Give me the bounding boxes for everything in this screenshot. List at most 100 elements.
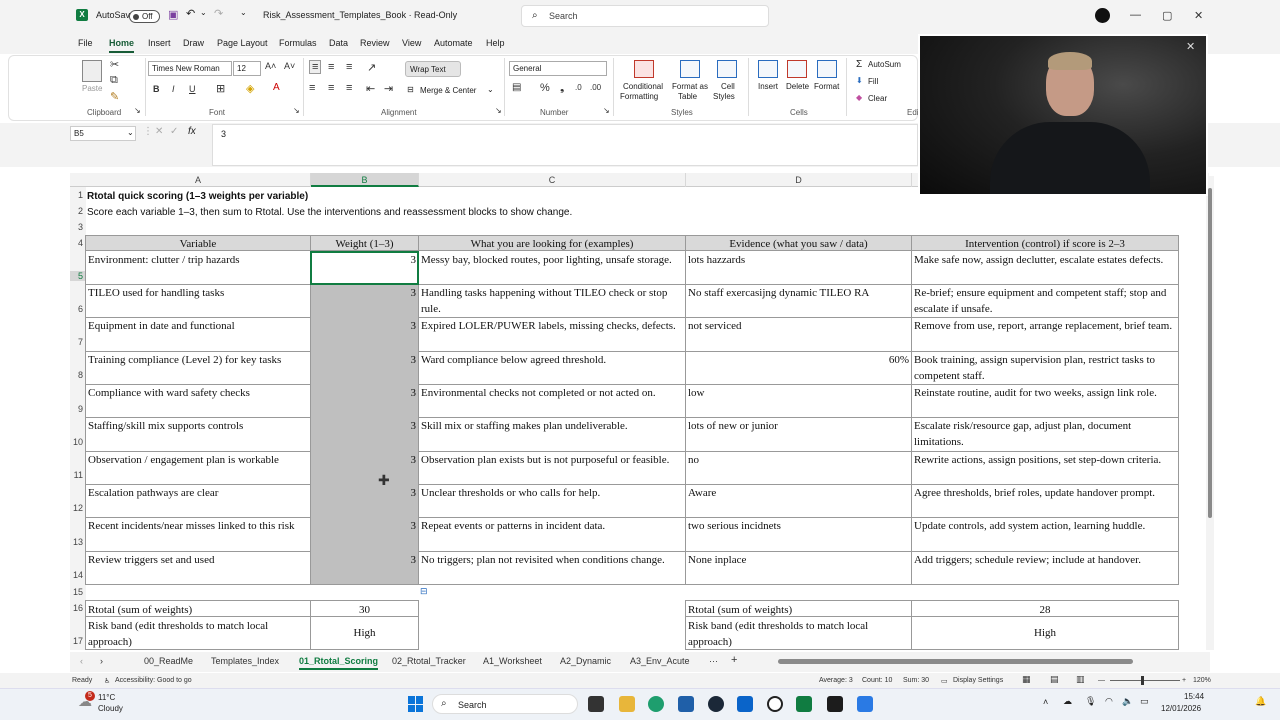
battery-icon[interactable]: ▭ bbox=[1140, 696, 1149, 707]
bold-icon[interactable]: B bbox=[153, 84, 160, 94]
wrap-text-button[interactable]: Wrap Text bbox=[405, 61, 461, 77]
header-weight[interactable]: Weight (1–3) bbox=[310, 235, 419, 251]
align-top-icon[interactable]: ≡ bbox=[309, 60, 322, 74]
row-header[interactable]: 14 bbox=[70, 570, 86, 580]
zoom-slider[interactable] bbox=[1110, 680, 1180, 681]
align-middle-icon[interactable]: ≡ bbox=[328, 61, 334, 73]
cell-weight[interactable]: 3 bbox=[310, 351, 419, 385]
file-explorer-icon[interactable] bbox=[619, 696, 635, 712]
align-center-icon[interactable]: ≡ bbox=[328, 82, 334, 94]
cell-evidence[interactable]: two serious incidnets bbox=[685, 517, 912, 552]
reassess-riskband-value[interactable]: High bbox=[911, 617, 1179, 650]
align-right-icon[interactable]: ≡ bbox=[346, 82, 352, 94]
webcam-close-icon[interactable]: ✕ bbox=[1186, 40, 1195, 53]
format-cells-icon[interactable] bbox=[817, 60, 837, 78]
zoom-slider-thumb[interactable] bbox=[1141, 676, 1144, 685]
row-header[interactable]: 16 bbox=[70, 603, 86, 613]
avatar[interactable] bbox=[1095, 8, 1110, 23]
row-header[interactable]: 5 bbox=[70, 271, 86, 281]
sheet-tab-a3-env-acute[interactable]: A3_Env_Acute bbox=[630, 656, 690, 666]
row-header[interactable]: 8 bbox=[70, 370, 86, 380]
row-header[interactable]: 17 bbox=[70, 636, 86, 646]
header-variable[interactable]: Variable bbox=[85, 235, 311, 251]
riskband-value[interactable]: High bbox=[310, 617, 419, 650]
font-color-icon[interactable]: A bbox=[273, 82, 280, 93]
row-header[interactable]: 9 bbox=[70, 404, 86, 414]
zoom-level[interactable]: 120% bbox=[1193, 677, 1211, 684]
conditional-label[interactable]: Conditional bbox=[623, 82, 663, 91]
mic-icon[interactable]: 🎙 bbox=[1085, 696, 1096, 707]
cell-intervention[interactable]: Make safe now, assign declutter, escalat… bbox=[911, 251, 1179, 285]
copy-icon[interactable]: ⧉ bbox=[110, 74, 118, 87]
cell-weight[interactable]: 3 bbox=[310, 517, 419, 552]
riskband-label[interactable]: Risk band (edit thresholds to match loca… bbox=[85, 617, 311, 650]
sheet-tab-a1-worksheet[interactable]: A1_Worksheet bbox=[483, 656, 542, 666]
volume-icon[interactable]: 🔈 bbox=[1122, 696, 1133, 707]
delete-label[interactable]: Delete bbox=[786, 82, 809, 91]
delete-cells-icon[interactable] bbox=[787, 60, 807, 78]
sheet-subtitle[interactable]: Score each variable 1–3, then sum to Rto… bbox=[85, 204, 915, 222]
outlook-new-icon[interactable] bbox=[678, 696, 694, 712]
cell-intervention[interactable]: Reinstate routine, audit for two weeks, … bbox=[911, 384, 1179, 418]
cell-variable[interactable]: Training compliance (Level 2) for key ta… bbox=[85, 351, 311, 385]
cell-weight[interactable]: 3 bbox=[310, 451, 419, 485]
rtotal-value[interactable]: 30 bbox=[310, 600, 419, 617]
clock-time[interactable]: 15:44 bbox=[1184, 692, 1204, 701]
menu-view[interactable]: View bbox=[402, 38, 421, 48]
format-as-table-icon[interactable] bbox=[680, 60, 700, 78]
minimize-button[interactable]: — bbox=[1130, 9, 1141, 21]
cell-intervention[interactable]: Re-brief; ensure equipment and competent… bbox=[911, 284, 1179, 318]
cell-evidence[interactable]: not serviced bbox=[685, 317, 912, 352]
cell-variable[interactable]: Staffing/skill mix supports controls bbox=[85, 417, 311, 452]
quick-analysis-icon[interactable]: ⊟ bbox=[420, 586, 428, 597]
menu-formulas[interactable]: Formulas bbox=[279, 38, 317, 48]
cell-intervention[interactable]: Remove from use, report, arrange replace… bbox=[911, 317, 1179, 352]
task-view-icon[interactable] bbox=[588, 696, 604, 712]
sheet-tab-rtotal-scoring[interactable]: 01_Rtotal_Scoring bbox=[299, 656, 379, 670]
display-settings-button[interactable]: Display Settings bbox=[953, 677, 1003, 684]
header-evidence[interactable]: Evidence (what you saw / data) bbox=[685, 235, 912, 251]
cell-intervention[interactable]: Book training, assign supervision plan, … bbox=[911, 351, 1179, 385]
start-button[interactable] bbox=[408, 696, 424, 712]
sheet-tab-readme[interactable]: 00_ReadMe bbox=[144, 656, 193, 666]
cell-variable[interactable]: Observation / engagement plan is workabl… bbox=[85, 451, 311, 485]
number-format-select[interactable]: General bbox=[509, 61, 607, 76]
more-icon[interactable]: ⋮ bbox=[143, 126, 153, 137]
cell-intervention[interactable]: Update controls, add system action, lear… bbox=[911, 517, 1179, 552]
chatgpt-icon[interactable] bbox=[767, 696, 783, 712]
outlook-icon[interactable] bbox=[737, 696, 753, 712]
zoom-in-icon[interactable]: + bbox=[1182, 677, 1186, 684]
cell-looking-for[interactable]: Repeat events or patterns in incident da… bbox=[418, 517, 686, 552]
cell-weight[interactable]: 3 bbox=[310, 551, 419, 585]
clear-label[interactable]: Clear bbox=[868, 94, 887, 103]
format-painter-icon[interactable]: ✎ bbox=[110, 90, 119, 103]
edge-icon[interactable] bbox=[648, 696, 664, 712]
font-launcher-icon[interactable]: ↘ bbox=[293, 106, 300, 115]
undo-dropdown-icon[interactable]: ⌄ bbox=[200, 8, 207, 17]
cell-variable[interactable]: Environment: clutter / trip hazards bbox=[85, 251, 311, 285]
percent-icon[interactable]: % bbox=[540, 82, 550, 94]
cell-looking-for[interactable]: Handling tasks happening without TILEO c… bbox=[418, 284, 686, 318]
menu-home[interactable]: Home bbox=[109, 38, 135, 53]
fill-icon[interactable]: ⬇ bbox=[856, 76, 863, 85]
vertical-scroll-thumb[interactable] bbox=[1208, 188, 1212, 518]
cell-looking-for[interactable]: Ward compliance below agreed threshold. bbox=[418, 351, 686, 385]
cell-looking-for[interactable]: Expired LOLER/PUWER labels, missing chec… bbox=[418, 317, 686, 352]
format-label[interactable]: Format bbox=[814, 82, 839, 91]
cell-looking-for[interactable]: Unclear thresholds or who calls for help… bbox=[418, 484, 686, 518]
display-settings-icon[interactable]: ▭ bbox=[941, 677, 948, 685]
reassess-rtotal-label[interactable]: Rtotal (sum of weights) bbox=[685, 600, 912, 617]
paste-icon[interactable] bbox=[82, 60, 102, 82]
column-header-b[interactable]: B bbox=[311, 173, 419, 187]
cell-weight[interactable]: 3 bbox=[310, 284, 419, 318]
comma-icon[interactable]: ❟ bbox=[560, 82, 564, 95]
cell-weight[interactable]: 3 bbox=[310, 317, 419, 352]
merge-center-button[interactable]: Merge & Center bbox=[420, 86, 476, 95]
steam-icon[interactable] bbox=[708, 696, 724, 712]
onedrive-icon[interactable]: ☁ bbox=[1063, 696, 1072, 707]
row-header[interactable]: 13 bbox=[70, 537, 86, 547]
cell-evidence[interactable]: No staff exercasijng dynamic TILEO RA bbox=[685, 284, 912, 318]
sheet-tab-a2-dynamic[interactable]: A2_Dynamic bbox=[560, 656, 611, 666]
add-sheet-button[interactable]: + bbox=[731, 654, 737, 666]
cell-weight[interactable]: 3 bbox=[310, 484, 419, 518]
